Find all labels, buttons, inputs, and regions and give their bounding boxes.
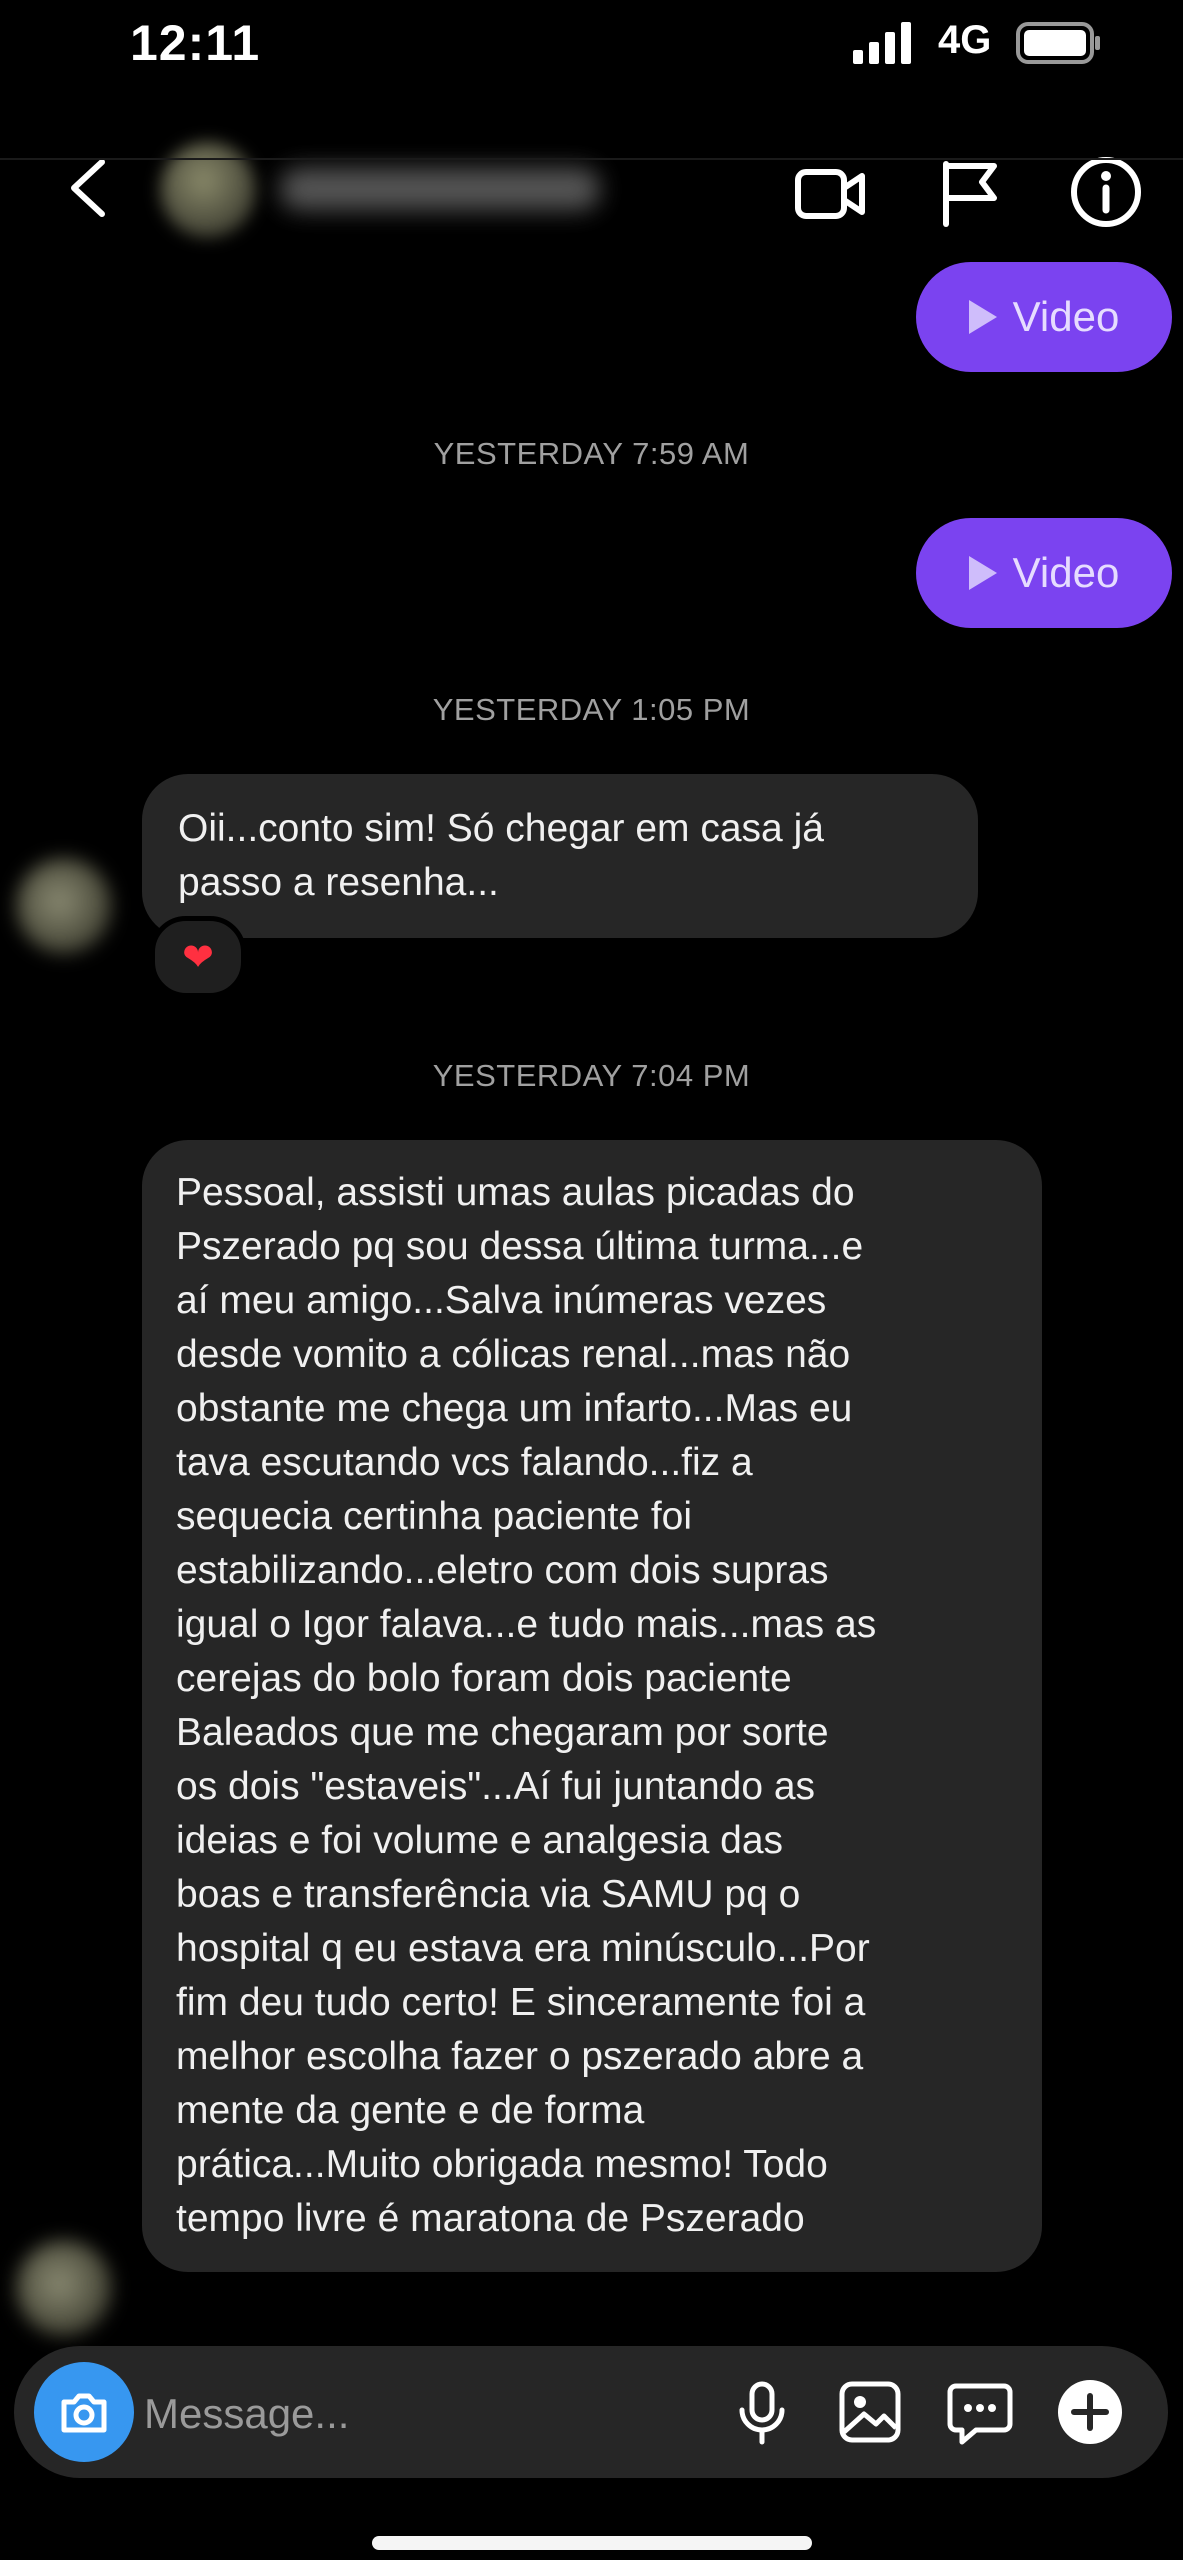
received-message[interactable]: Pessoal, assisti umas aulas picadas do P… [142,1140,1042,2272]
video-label: Video [1012,549,1120,596]
video-camera-icon[interactable] [790,152,870,232]
camera-icon [61,2393,107,2433]
heart-reaction-icon[interactable]: ❤ [150,916,246,998]
received-message[interactable]: Oii...conto sim! Só chegar em casa já pa… [142,774,978,938]
image-icon[interactable] [834,2376,906,2448]
flag-icon[interactable] [930,152,1010,232]
timestamp: YESTERDAY 7:04 PM [432,1058,751,1093]
battery-icon [1016,22,1100,64]
contact-avatar[interactable] [160,142,256,238]
play-icon [968,300,997,334]
sender-avatar[interactable] [16,858,112,954]
plus-icon[interactable] [1054,2376,1126,2448]
sticker-icon[interactable] [944,2376,1016,2448]
play-icon [968,556,997,590]
sent-video-message[interactable]: Video [916,518,1172,628]
sent-video-message[interactable]: Video [916,262,1172,372]
back-chevron-icon[interactable] [50,148,130,228]
network-type: 4G [938,18,992,62]
status-time: 12:11 [130,15,261,71]
timestamp: YESTERDAY 7:59 AM [433,436,750,471]
message-composer [14,2346,1168,2478]
signal-bars-icon [853,22,911,64]
contact-name-blurred[interactable] [280,168,600,210]
home-indicator [372,2536,812,2550]
camera-button[interactable] [34,2362,134,2462]
video-label: Video [1012,293,1120,340]
message-input[interactable] [142,2378,706,2450]
info-icon[interactable] [1066,152,1146,232]
sender-avatar[interactable] [16,2240,112,2336]
conversation-header [0,100,1183,260]
header-divider [0,158,1183,160]
timestamp: YESTERDAY 1:05 PM [432,692,751,727]
microphone-icon[interactable] [726,2376,798,2448]
